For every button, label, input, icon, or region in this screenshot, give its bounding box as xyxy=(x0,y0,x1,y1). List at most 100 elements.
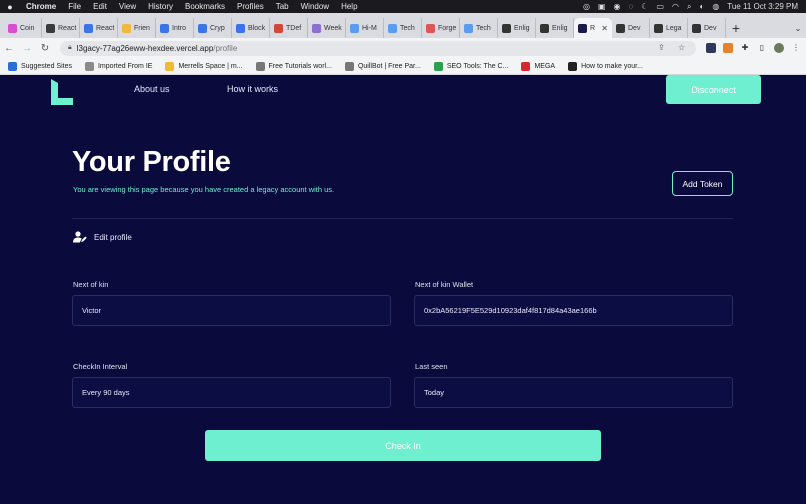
nav-how-it-works[interactable]: How it works xyxy=(227,84,278,94)
tab-favicon-icon xyxy=(8,23,17,33)
share-icon[interactable]: ⇪ xyxy=(658,43,665,52)
browser-tab[interactable]: Frien xyxy=(118,18,156,38)
reload-icon[interactable]: ↻ xyxy=(36,43,54,54)
bookmark-label: Imported From IE xyxy=(97,62,153,70)
tab-favicon-icon xyxy=(160,23,169,33)
menu-file[interactable]: File xyxy=(62,2,87,11)
github-icon[interactable]: ◎ xyxy=(583,2,590,11)
forward-icon[interactable]: → xyxy=(18,43,36,54)
bookmark-favicon-icon xyxy=(255,61,265,71)
macos-menubar: ● Chrome File Edit View History Bookmark… xyxy=(0,0,806,13)
tab-strip: Coin React React Frien Intro Cryp Block TDef Wee… xyxy=(0,13,806,38)
tab-label: Cryp xyxy=(210,24,225,32)
browser-tab[interactable]: Hi-M xyxy=(346,18,384,38)
add-token-button[interactable]: Add Token xyxy=(672,171,733,196)
menu-edit[interactable]: Edit xyxy=(87,2,113,11)
browser-tab[interactable]: Enlig xyxy=(498,18,536,38)
l3gacy-logo-icon[interactable] xyxy=(51,79,73,105)
apple-icon[interactable]: ● xyxy=(0,2,20,12)
checkin-interval-field[interactable]: Every 90 days xyxy=(72,377,391,408)
wifi-icon[interactable]: ◠ xyxy=(672,2,679,11)
browser-tab[interactable]: Tech xyxy=(460,18,498,38)
extension-icon[interactable] xyxy=(706,43,716,53)
search-icon[interactable]: ⌕ xyxy=(687,2,691,12)
browser-tab[interactable]: React xyxy=(42,18,80,38)
control-center-icon[interactable]: ◐ xyxy=(699,2,704,11)
bookmark-favicon-icon xyxy=(433,61,443,71)
menu-history[interactable]: History xyxy=(142,2,179,11)
menu-view[interactable]: View xyxy=(113,2,142,11)
menu-bookmarks[interactable]: Bookmarks xyxy=(179,2,231,11)
address-bar[interactable]: 🔒︎ l3gacy-77ag26eww-hexdee.vercel.app/pr… xyxy=(60,40,696,56)
browser-tab[interactable]: React xyxy=(80,18,118,38)
tab-active[interactable]: R ✕ xyxy=(574,18,612,38)
tab-label: Coin xyxy=(20,24,35,32)
tab-search-chevron-icon[interactable]: ⌄ xyxy=(790,18,806,38)
avatar[interactable] xyxy=(774,43,784,53)
bookmark-item[interactable]: How to make your... xyxy=(568,61,643,71)
menu-tab[interactable]: Tab xyxy=(270,2,295,11)
browser-tab[interactable]: Dev xyxy=(688,18,726,38)
menu-window[interactable]: Window xyxy=(295,2,335,11)
browser-tab[interactable]: Block xyxy=(232,18,270,38)
menu-app-name[interactable]: Chrome xyxy=(20,2,62,11)
browser-tab[interactable]: Forge xyxy=(422,18,460,38)
browser-tab[interactable]: Dev xyxy=(612,18,650,38)
bookmark-item[interactable]: MEGA xyxy=(521,61,555,71)
sidebar-icon[interactable]: ▯ xyxy=(757,43,767,53)
browser-tab[interactable]: Enlig xyxy=(536,18,574,38)
tab-favicon-icon xyxy=(198,23,207,33)
tab-label: Enlig xyxy=(552,24,568,32)
browser-tab[interactable]: TDef xyxy=(270,18,308,38)
tab-label: Week xyxy=(324,24,342,32)
battery-icon[interactable]: ▭ xyxy=(656,2,664,11)
metamask-icon[interactable] xyxy=(723,43,733,53)
last-seen-field[interactable]: Today xyxy=(414,377,733,408)
bookmark-item[interactable]: Free Tutorials worl... xyxy=(255,61,332,71)
tab-label: Frien xyxy=(134,24,150,32)
puzzle-icon[interactable]: ✚ xyxy=(740,43,750,53)
bookmark-item[interactable]: QuillBot | Free Par... xyxy=(344,61,421,71)
tab-label: Intro xyxy=(172,24,187,32)
siri-icon[interactable]: ◍ xyxy=(712,2,719,11)
bookmark-favicon-icon xyxy=(165,61,175,71)
new-tab-button[interactable]: + xyxy=(726,18,746,38)
menu-profiles[interactable]: Profiles xyxy=(231,2,270,11)
user-edit-icon xyxy=(73,231,87,243)
screen-share-icon[interactable]: ▣ xyxy=(598,2,606,11)
next-of-kin-field[interactable]: Victor xyxy=(72,295,391,326)
page-subtitle: You are viewing this page because you ha… xyxy=(73,185,335,194)
browser-tab[interactable]: Lega xyxy=(650,18,688,38)
bookmark-item[interactable]: SEO Tools: The C... xyxy=(433,61,508,71)
back-icon[interactable]: ← xyxy=(0,43,18,54)
browser-tab[interactable]: Intro xyxy=(156,18,194,38)
browser-tab[interactable]: Week xyxy=(308,18,346,38)
bookmark-item[interactable]: Suggested Sites xyxy=(8,61,72,71)
clock-text[interactable]: Tue 11 Oct 3:29 PM xyxy=(727,2,798,11)
menu-kebab-icon[interactable]: ⋮ xyxy=(791,43,801,53)
moon-icon[interactable]: ☾ xyxy=(641,2,648,11)
tab-favicon-icon xyxy=(692,23,701,33)
disconnect-button[interactable]: Disconnect xyxy=(666,75,761,104)
bookmark-item[interactable]: Imported From IE xyxy=(84,61,153,71)
app-page: About us How it works Disconnect Your Pr… xyxy=(0,75,806,504)
tab-favicon-icon xyxy=(540,23,549,33)
next-of-kin-wallet-field[interactable]: 0x2bA56219F5E529d10923daf4f817d84a43ae16… xyxy=(414,295,733,326)
browser-tab[interactable]: Coin xyxy=(4,18,42,38)
edit-profile-link[interactable]: Edit profile xyxy=(73,231,132,243)
browser-tab[interactable]: Tech xyxy=(384,18,422,38)
lock-icon[interactable]: 🔒︎ xyxy=(68,44,72,52)
browser-tab[interactable]: Cryp xyxy=(194,18,232,38)
browser-toolbar: ← → ↻ 🔒︎ l3gacy-77ag26eww-hexdee.vercel.… xyxy=(0,38,806,58)
tab-label: Enlig xyxy=(514,24,530,32)
record-icon[interactable]: ◉ xyxy=(614,2,621,11)
check-in-button[interactable]: Check In xyxy=(205,430,601,461)
tab-label: Dev xyxy=(628,24,641,32)
menu-help[interactable]: Help xyxy=(335,2,363,11)
loader-icon[interactable]: ◌ xyxy=(629,2,634,11)
bookmark-item[interactable]: Merrells Space | m... xyxy=(165,61,243,71)
bookmark-star-icon[interactable]: ☆ xyxy=(678,43,685,52)
bookmark-label: How to make your... xyxy=(581,62,643,70)
nav-about-us[interactable]: About us xyxy=(134,84,170,94)
close-tab-icon[interactable]: ✕ xyxy=(601,24,608,33)
